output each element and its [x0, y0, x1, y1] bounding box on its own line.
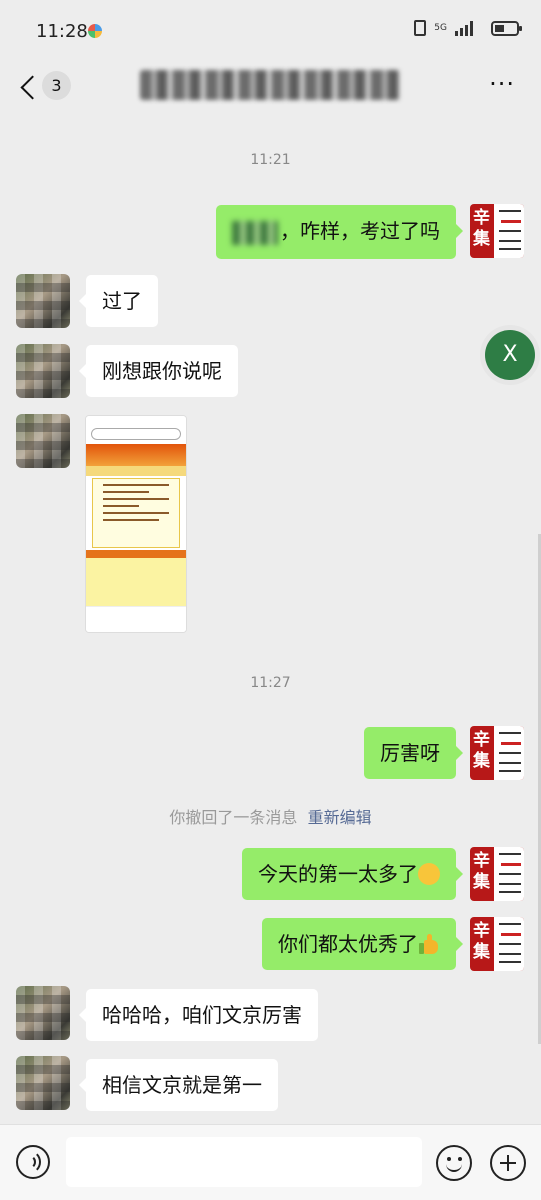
recall-text: 你撤回了一条消息 — [169, 808, 298, 827]
floating-close-button[interactable]: X — [485, 330, 535, 380]
timestamp: 11:21 — [250, 152, 291, 168]
message-text: 刚想跟你说呢 — [102, 359, 222, 383]
message-bubble-in[interactable]: 刚想跟你说呢 — [79, 345, 238, 397]
chat-header: 3 ··· — [0, 62, 541, 114]
message-text: 过了 — [102, 289, 142, 313]
more-actions-button[interactable] — [490, 1145, 526, 1181]
avatar-text: 辛集 — [473, 730, 490, 771]
message-text: 相信文京就是第一 — [102, 1073, 262, 1097]
status-time: 11:28 — [36, 21, 88, 42]
my-avatar[interactable]: 辛集 — [470, 726, 524, 780]
message-input[interactable] — [66, 1137, 422, 1187]
network-label: 5G — [434, 22, 447, 33]
message-bubble-in[interactable]: 相信文京就是第一 — [79, 1059, 278, 1111]
message-bubble-out[interactable]: 今天的第一太多了 — [242, 848, 463, 900]
image-message[interactable] — [85, 415, 187, 633]
avatar-text: 辛集 — [473, 208, 490, 249]
unread-badge: 3 — [42, 71, 71, 100]
message-text: 你们都太优秀了 — [278, 932, 418, 956]
message-bubble-out[interactable]: ，咋样，考过了吗 — [216, 205, 463, 259]
laughing-crying-emoji-icon — [418, 863, 440, 885]
status-icons: 5G — [414, 20, 522, 36]
thumbs-up-emoji-icon — [418, 933, 440, 955]
more-button[interactable]: ··· — [489, 70, 515, 98]
contact-avatar[interactable] — [16, 1056, 70, 1110]
my-avatar[interactable]: 辛集 — [470, 847, 524, 901]
message-text: ，咋样，考过了吗 — [280, 219, 440, 243]
message-bubble-in[interactable]: 哈哈哈，咱们文京厉害 — [79, 989, 318, 1041]
chat-title-blurred — [140, 70, 400, 100]
message-bubble-out[interactable]: 厉害呀 — [364, 727, 463, 779]
message-list[interactable]: 11:21 ，咋样，考过了吗 辛集 过了 刚想跟你说呢 11:27 厉害呀 辛集… — [0, 114, 541, 1124]
timestamp: 11:27 — [250, 675, 291, 691]
message-bubble-in[interactable]: 过了 — [79, 275, 158, 327]
app-notification-icon — [88, 24, 102, 38]
message-text: 哈哈哈，咱们文京厉害 — [102, 1003, 302, 1027]
vibrate-icon — [414, 20, 427, 36]
message-text: 今天的第一太多了 — [258, 862, 418, 886]
message-text: 厉害呀 — [380, 741, 440, 765]
message-bubble-out[interactable]: 你们都太优秀了 — [262, 918, 463, 970]
signal-icon — [455, 20, 473, 36]
contact-avatar[interactable] — [16, 986, 70, 1040]
re-edit-link[interactable]: 重新编辑 — [308, 808, 372, 827]
contact-avatar[interactable] — [16, 274, 70, 328]
recall-notice: 你撤回了一条消息 重新编辑 — [0, 804, 541, 828]
contact-avatar[interactable] — [16, 344, 70, 398]
battery-icon — [491, 20, 522, 36]
my-avatar[interactable]: 辛集 — [470, 204, 524, 258]
avatar-text: 辛集 — [473, 921, 490, 962]
voice-input-button[interactable] — [16, 1145, 50, 1179]
input-bar — [0, 1124, 541, 1200]
avatar-text: 辛集 — [473, 851, 490, 892]
contact-avatar[interactable] — [16, 414, 70, 468]
status-bar: 11:28 5G — [0, 0, 541, 62]
my-avatar[interactable]: 辛集 — [470, 917, 524, 971]
blurred-name — [232, 220, 278, 245]
emoji-button[interactable] — [436, 1145, 472, 1181]
